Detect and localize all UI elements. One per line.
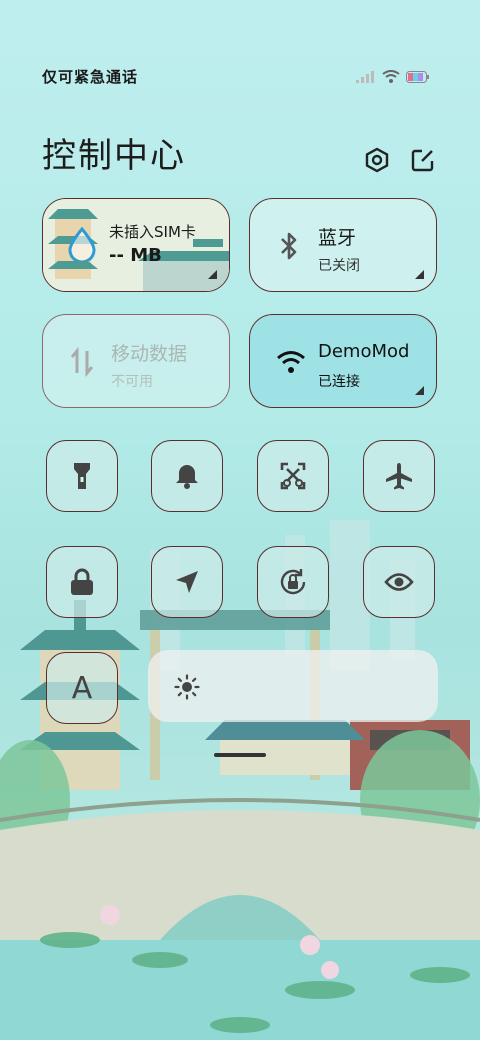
brightness-icon: [174, 674, 200, 700]
font-size-toggle[interactable]: A: [46, 652, 118, 724]
flashlight-icon: [74, 463, 90, 489]
screenshot-icon: [280, 462, 306, 490]
ring-mode-toggle[interactable]: [151, 440, 223, 512]
edit-button[interactable]: [408, 145, 438, 175]
airplane-mode-toggle[interactable]: [363, 440, 435, 512]
screen-lock-toggle[interactable]: [46, 546, 118, 618]
location-toggle[interactable]: [151, 546, 223, 618]
gear-icon: [365, 147, 389, 173]
mobile-data-icon: [65, 345, 99, 379]
wifi-icon: [382, 68, 400, 87]
bluetooth-status: 已关闭: [318, 258, 360, 274]
page-title: 控制中心: [42, 136, 186, 176]
status-carrier-text: 仅可紧急通话: [42, 68, 139, 86]
mobile-data-status: 不可用: [111, 374, 153, 390]
flashlight-toggle[interactable]: [46, 440, 118, 512]
settings-button[interactable]: [362, 145, 392, 175]
edit-icon: [411, 149, 434, 172]
bluetooth-icon: [272, 229, 306, 263]
water-drop-icon: [65, 227, 99, 261]
reading-mode-toggle[interactable]: [363, 546, 435, 618]
brightness-slider[interactable]: [148, 650, 438, 722]
tile-corner-indicator: [415, 386, 424, 395]
bell-icon: [176, 465, 198, 489]
wifi-tile[interactable]: DemoMod 已连接: [249, 314, 437, 408]
mobile-data-label: 移动数据: [111, 343, 188, 365]
status-icons: [356, 68, 430, 87]
font-toggle-label: A: [71, 670, 93, 706]
bluetooth-label: 蓝牙: [318, 227, 357, 249]
mobile-data-tile[interactable]: 移动数据 不可用: [42, 314, 230, 408]
tile-corner-indicator: [415, 270, 424, 279]
signal-icon: [356, 68, 376, 87]
rotation-lock-icon: [280, 569, 306, 595]
lock-icon: [71, 568, 93, 595]
location-icon: [176, 571, 198, 593]
airplane-icon: [386, 463, 412, 490]
sim-status-label: 未插入SIM卡: [109, 223, 196, 241]
bluetooth-tile[interactable]: 蓝牙 已关闭: [249, 198, 437, 292]
data-usage-tile[interactable]: 未插入SIM卡 -- MB: [42, 198, 230, 292]
battery-icon: [406, 68, 430, 87]
home-indicator[interactable]: [214, 753, 266, 757]
wifi-status: 已连接: [318, 374, 360, 390]
wifi-icon: [274, 345, 308, 379]
rotation-lock-toggle[interactable]: [257, 546, 329, 618]
screenshot-toggle[interactable]: [257, 440, 329, 512]
eye-icon: [384, 573, 414, 591]
wifi-network-name: DemoMod: [318, 341, 410, 362]
data-usage-value: -- MB: [109, 245, 162, 266]
tile-corner-indicator: [208, 270, 217, 279]
